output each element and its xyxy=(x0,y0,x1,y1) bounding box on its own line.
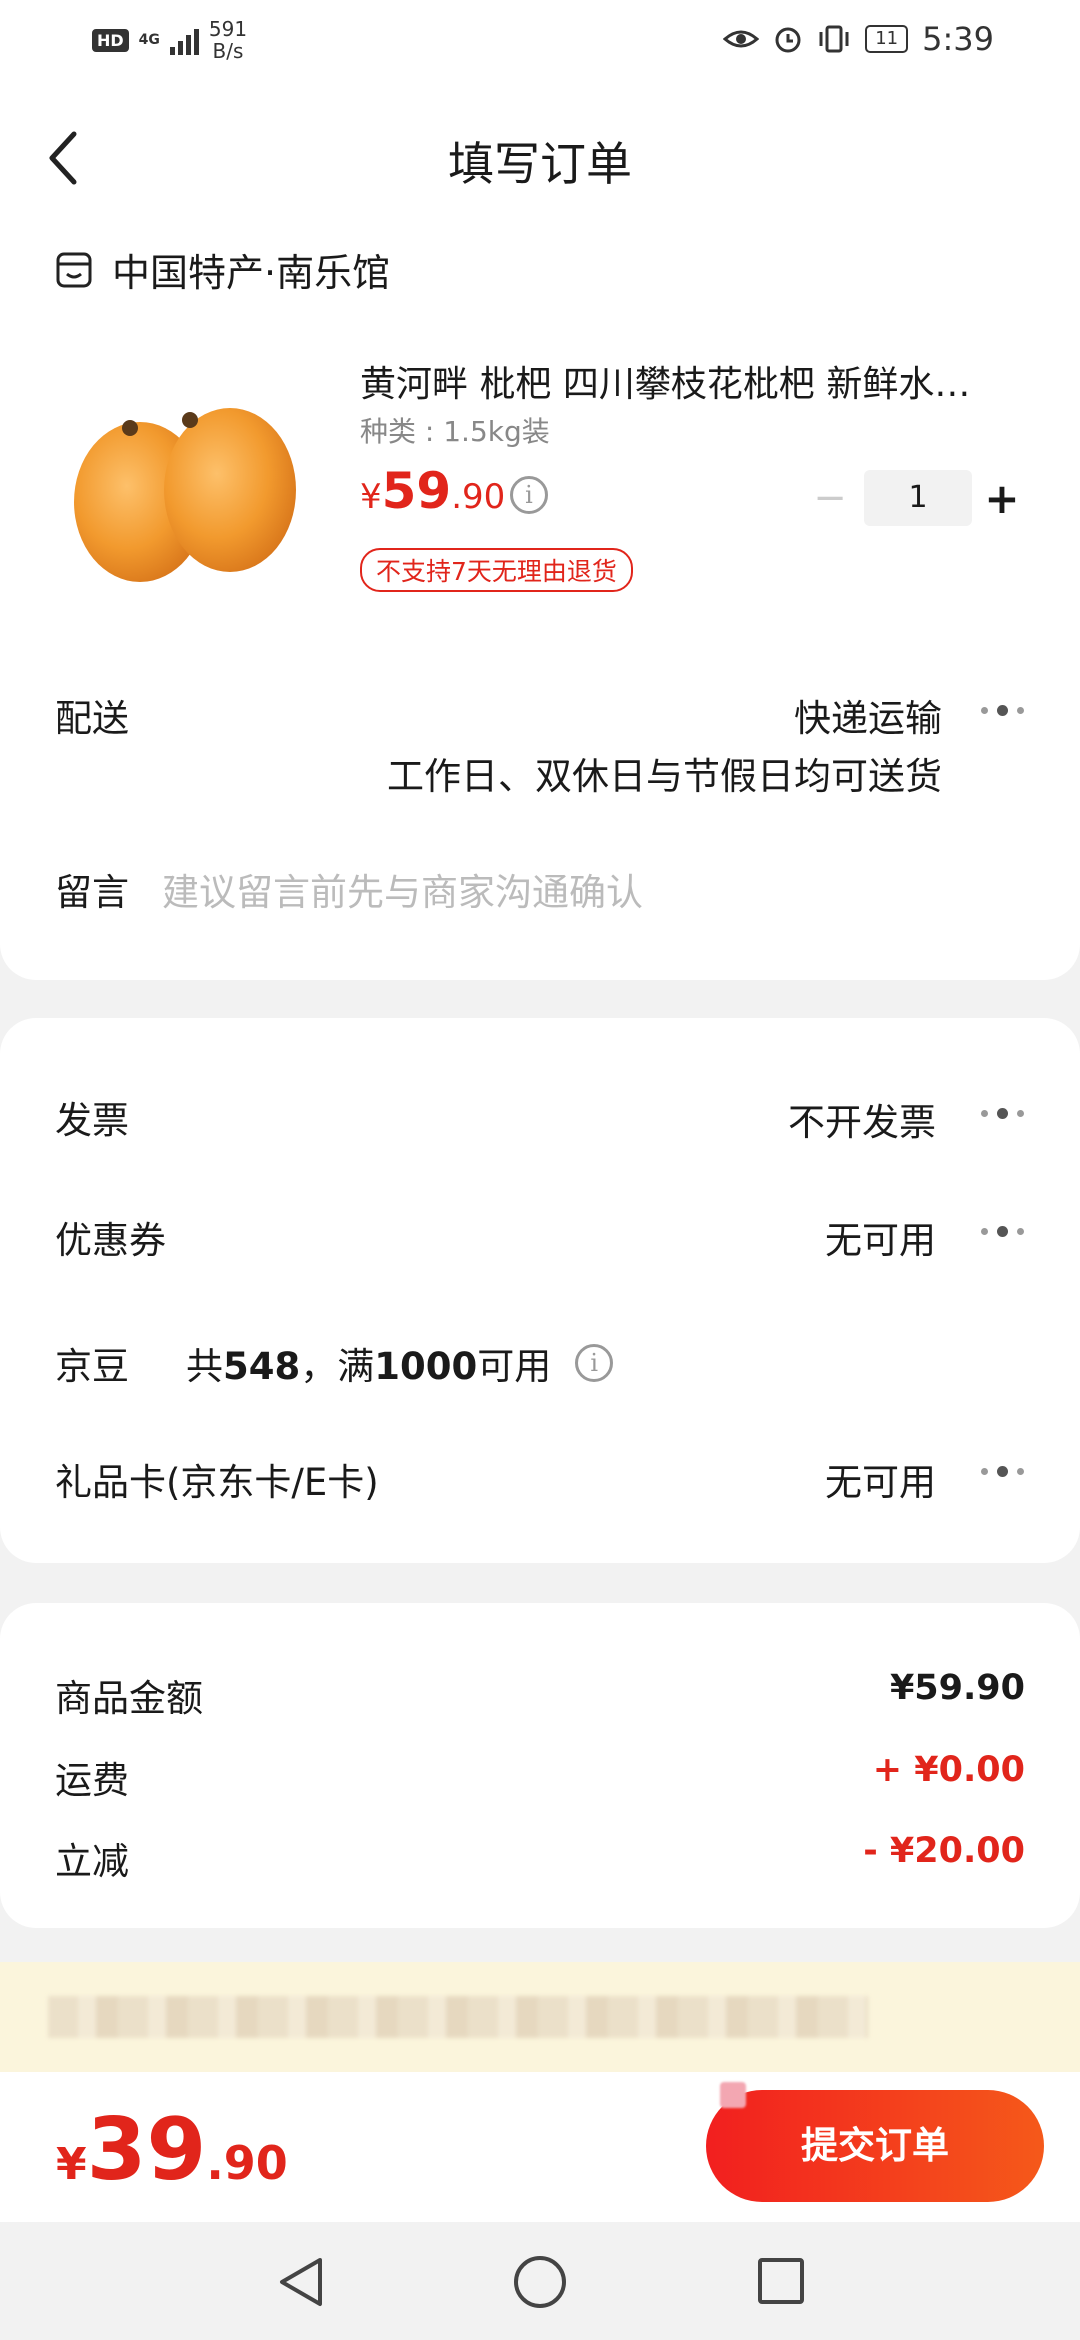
goods-amount-label: 商品金额 xyxy=(55,1677,203,1720)
info-icon[interactable]: i xyxy=(575,1344,614,1382)
status-right: 11 5:39 xyxy=(723,20,994,58)
vibrate-icon xyxy=(819,25,849,53)
battery-icon: 11 xyxy=(865,25,909,53)
quantity-stepper: − 1 + xyxy=(810,470,1032,526)
coupon-value[interactable]: 无可用 xyxy=(825,1210,936,1264)
blurred-badge xyxy=(720,2082,746,2108)
total-price: ¥ 39 .90 xyxy=(56,2100,288,2200)
increase-button[interactable]: + xyxy=(972,474,1032,523)
delivery-method[interactable]: 快递运输 xyxy=(794,688,942,742)
product-spec: 种类 : 1.5kg装 xyxy=(360,415,550,448)
giftcard-value[interactable]: 无可用 xyxy=(825,1452,936,1506)
price-decimal: .90 xyxy=(451,477,506,517)
beans-label: 京豆 xyxy=(55,1345,129,1388)
more-icon[interactable] xyxy=(981,705,1024,716)
beans-count: 548 xyxy=(223,1345,301,1388)
quantity-value[interactable]: 1 xyxy=(864,470,972,526)
info-icon[interactable]: i xyxy=(510,476,548,514)
store-icon xyxy=(56,252,92,287)
discount-label: 立减 xyxy=(55,1840,129,1883)
blurred-text xyxy=(48,1996,868,2038)
invoice-value[interactable]: 不开发票 xyxy=(788,1092,936,1146)
price-symbol: ¥ xyxy=(360,477,382,517)
delivery-note: 工作日、双休日与节假日均可送货 xyxy=(387,755,942,798)
promo-banner[interactable] xyxy=(0,1962,1080,2072)
invoice-label: 发票 xyxy=(55,1099,129,1142)
network-speed: 591 B/s xyxy=(209,18,247,62)
nav-recent-icon[interactable] xyxy=(758,2258,804,2304)
total-integer: 39 xyxy=(86,2100,207,2200)
alarm-icon xyxy=(775,27,801,53)
beans-threshold: 1000 xyxy=(374,1345,478,1388)
discount-value: - ¥20.00 xyxy=(863,1831,1025,1871)
remark-label: 留言 xyxy=(55,871,129,914)
return-policy-tag: 不支持7天无理由退货 xyxy=(360,548,633,592)
store-row[interactable]: 中国特产·南乐馆 xyxy=(54,242,390,297)
decrease-button[interactable]: − xyxy=(810,475,850,521)
shipping-value: + ¥0.00 xyxy=(872,1750,1025,1790)
signal-group: 4G xyxy=(139,33,160,47)
more-icon[interactable] xyxy=(981,1226,1024,1237)
signal-icon xyxy=(169,25,199,55)
submit-order-button[interactable]: 提交订单 xyxy=(706,2090,1044,2202)
price-integer: 59 xyxy=(381,462,452,520)
network-type: 4G xyxy=(138,32,160,48)
status-left: HD 4G 591 B/s xyxy=(92,18,247,62)
speed-unit: B/s xyxy=(212,39,244,63)
more-icon[interactable] xyxy=(981,1108,1024,1119)
nav-home-icon[interactable] xyxy=(514,2256,566,2308)
status-bar: HD 4G 591 B/s 11 5:39 xyxy=(0,0,1080,84)
clock: 5:39 xyxy=(922,20,994,58)
eye-icon xyxy=(723,30,760,48)
shipping-label: 运费 xyxy=(55,1759,129,1802)
total-symbol: ¥ xyxy=(56,2139,87,2190)
remark-input[interactable]: 建议留言前先与商家沟通确认 xyxy=(162,862,643,916)
coupon-label: 优惠券 xyxy=(55,1219,166,1262)
speed-value: 591 xyxy=(208,17,248,41)
page-title: 填写订单 xyxy=(448,137,632,191)
beans-text: 共548，满1000可用 xyxy=(186,1345,552,1388)
product-title[interactable]: 黄河畔 枇杷 四川攀枝花枇杷 新鲜水… xyxy=(360,355,1010,407)
store-name: 中国特产·南乐馆 xyxy=(112,251,391,295)
hd-badge: HD xyxy=(92,28,129,52)
total-decimal: .90 xyxy=(206,2136,288,2190)
product-price: ¥ 59 .90 xyxy=(360,462,505,520)
giftcard-label: 礼品卡(京东卡/E卡) xyxy=(55,1461,379,1504)
goods-amount-value: ¥59.90 xyxy=(889,1668,1025,1708)
beans-info: 共548，满1000可用 i xyxy=(186,1336,614,1390)
more-icon[interactable] xyxy=(981,1466,1024,1477)
product-image[interactable] xyxy=(60,390,310,600)
delivery-label: 配送 xyxy=(55,697,129,740)
nav-back-icon[interactable] xyxy=(276,2256,326,2308)
